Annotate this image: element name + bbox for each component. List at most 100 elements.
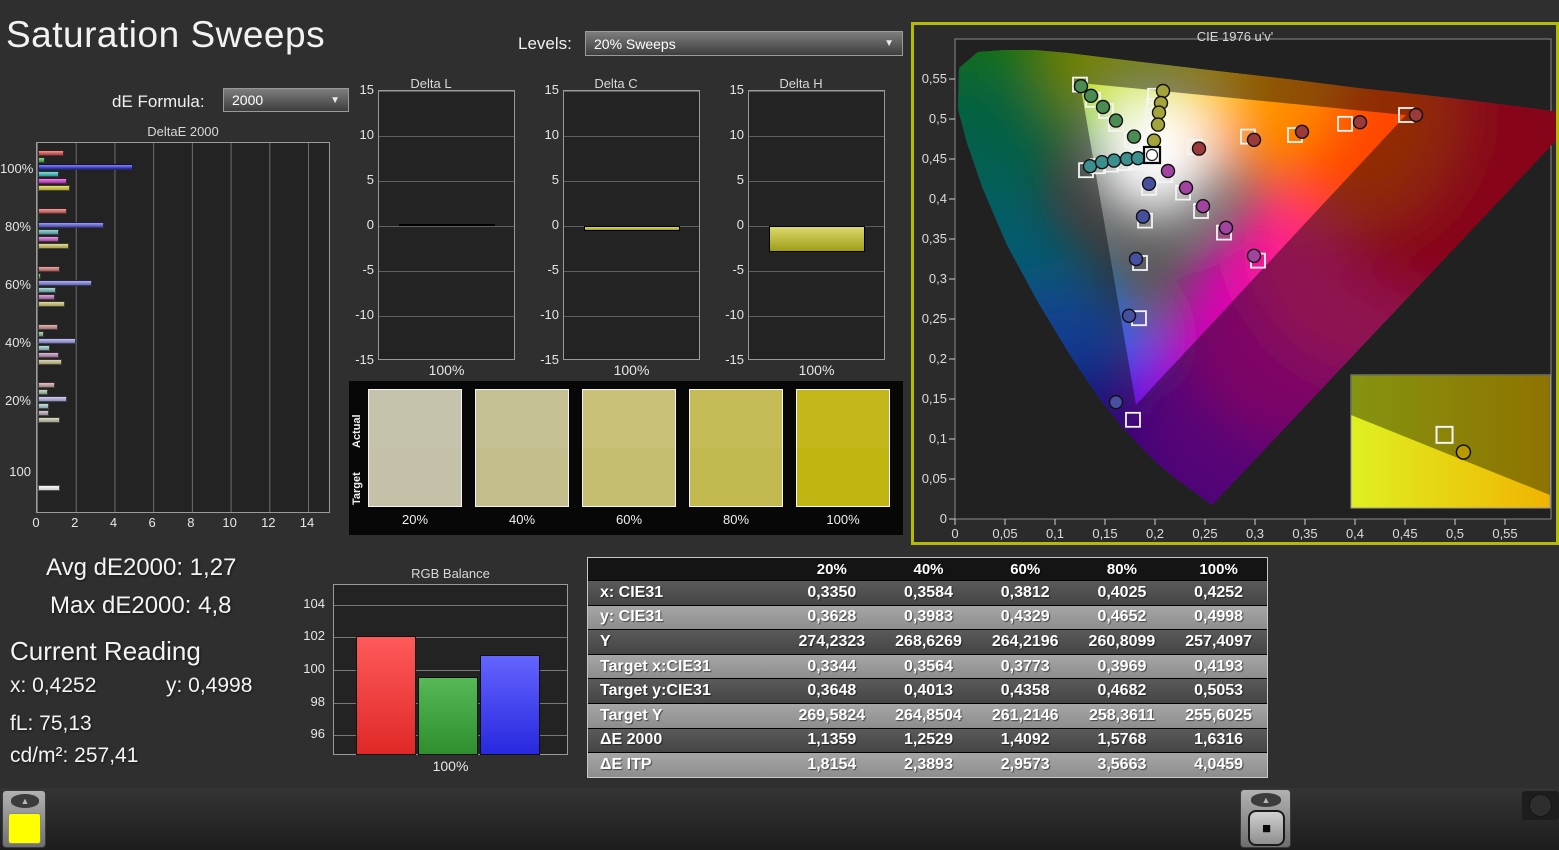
cie-measured-point-magenta bbox=[1218, 220, 1234, 236]
deltae-x-tick: 10 bbox=[222, 515, 237, 530]
cie-x-tick-label: 0,05 bbox=[992, 526, 1017, 541]
swatch-row-label-target: Target bbox=[351, 472, 363, 506]
delta-h-chart: Delta H 15 10 5 0 -5 -10 -15 100% bbox=[715, 76, 887, 378]
cie-measured-point-blue bbox=[1141, 176, 1157, 192]
delta_h-y-tick: -5 bbox=[732, 262, 744, 277]
deltae-bar-green bbox=[38, 331, 44, 337]
table-cell: 4,0459 bbox=[1194, 755, 1244, 773]
rgb-bar-blue bbox=[480, 655, 540, 755]
current-reading-y: y: 0,4998 bbox=[166, 674, 253, 697]
sample-swatch bbox=[796, 389, 890, 507]
deltae-bar-cyan bbox=[38, 403, 49, 409]
table-cell: 0,3812 bbox=[1000, 583, 1050, 601]
cie-measured-point-green bbox=[1095, 99, 1111, 115]
table-row: ΔE 2000 1,1359 1,2529 1,4092 1,5768 1,6316 bbox=[588, 727, 1267, 753]
table-row-label: ΔE ITP bbox=[600, 755, 652, 773]
collapse-up-icon[interactable]: ▲ bbox=[1251, 793, 1281, 807]
cie-measured-point-cyan bbox=[1130, 150, 1146, 166]
deltae-bar-yellow bbox=[38, 359, 63, 365]
cie-measured-point-green bbox=[1126, 129, 1142, 144]
levels-value: 20% Sweeps bbox=[594, 35, 676, 52]
sample-swatch bbox=[689, 389, 783, 507]
deltae-bar-red bbox=[38, 266, 61, 272]
swatch-actual bbox=[476, 390, 568, 448]
table-row: y: CIE31 0,3628 0,3983 0,4329 0,4652 0,4998 bbox=[588, 604, 1267, 630]
current-reading-cdm2: cd/m²: 257,41 bbox=[10, 744, 139, 767]
table-cell: 0,3969 bbox=[1097, 657, 1147, 675]
de-formula-dropdown[interactable]: 2000 ▼ bbox=[223, 88, 349, 112]
delta_h-y-tick: 0 bbox=[736, 217, 744, 232]
cie-measured-point-green bbox=[1073, 79, 1089, 94]
delta_h-y-tick: 5 bbox=[736, 172, 744, 187]
deltae-bar-magenta bbox=[38, 236, 59, 242]
table-cell: 269,5824 bbox=[798, 706, 866, 724]
cie-x-tick-label: 0,55 bbox=[1492, 526, 1517, 541]
cie-y-tick-label: 0 bbox=[940, 511, 947, 526]
table-cell: 0,4358 bbox=[1000, 682, 1050, 700]
de-formula-value: 2000 bbox=[232, 92, 264, 108]
rgb-gridline bbox=[334, 604, 567, 606]
swatch-target bbox=[690, 448, 782, 506]
current-color-swatch bbox=[8, 813, 41, 844]
table-cell: 1,5768 bbox=[1097, 731, 1147, 749]
deltae-bar-blue bbox=[38, 164, 133, 170]
deltae-bar-red bbox=[38, 150, 64, 156]
delta_c-bar bbox=[584, 226, 680, 232]
table-header-col: 20% bbox=[816, 560, 847, 578]
delta_h-x-label: 100% bbox=[798, 362, 835, 378]
cie-x-tick-label: 0,5 bbox=[1446, 526, 1464, 541]
delta_c-y-tick: -10 bbox=[540, 307, 559, 322]
cie-y-tick-label: 0,15 bbox=[922, 391, 947, 406]
levels-dropdown[interactable]: 20% Sweeps ▼ bbox=[585, 31, 903, 56]
swatch-target bbox=[476, 448, 568, 506]
collapse-up-icon[interactable]: ▲ bbox=[11, 794, 39, 808]
table-cell: 0,3584 bbox=[904, 583, 953, 601]
deltae-bar-green bbox=[38, 215, 40, 221]
table-cell: 0,3344 bbox=[807, 657, 857, 675]
levels-label: Levels: bbox=[518, 34, 572, 53]
sample-swatch bbox=[368, 389, 462, 507]
current-reading-x: x: 0,4252 bbox=[10, 674, 97, 697]
page-title: Saturation Sweeps bbox=[6, 14, 326, 55]
current-reading-title: Current Reading bbox=[10, 636, 201, 666]
delta_l-y-tick: 5 bbox=[366, 172, 374, 187]
deltae-bar-yellow bbox=[38, 417, 61, 423]
delta_h-bar bbox=[769, 226, 865, 253]
delta_c-y-tick: -15 bbox=[540, 352, 559, 367]
cie-y-tick-label: 0,2 bbox=[929, 351, 947, 366]
table-cell: 1,4092 bbox=[1000, 731, 1050, 749]
cie-y-tick-label: 0,3 bbox=[929, 271, 947, 286]
de-formula-label: dE Formula: bbox=[112, 92, 205, 111]
deltae-bar-red bbox=[38, 208, 67, 214]
cie-measured-point-green bbox=[1108, 113, 1124, 128]
pattern-window-button[interactable]: ■ bbox=[1248, 810, 1285, 846]
current-reading-fl: fL: 75,13 bbox=[10, 712, 92, 735]
deltae-bar-blue bbox=[38, 396, 68, 402]
table-cell: 0,4252 bbox=[1194, 583, 1244, 601]
table-cell: 0,3648 bbox=[807, 682, 857, 700]
cie-x-tick-label: 0,45 bbox=[1392, 526, 1417, 541]
table-cell: 1,8154 bbox=[807, 755, 857, 773]
table-cell: 0,3983 bbox=[904, 608, 953, 626]
deltae-x-tick: 12 bbox=[261, 515, 276, 530]
deltae-x-tick: 14 bbox=[299, 515, 315, 530]
table-row-label: Y bbox=[600, 632, 611, 650]
cie-x-tick-label: 0,1 bbox=[1046, 526, 1064, 541]
deltae-group-label: 60% bbox=[4, 277, 31, 292]
swatch-label: 60% bbox=[615, 512, 643, 527]
table-cell: 264,2196 bbox=[991, 632, 1059, 650]
inactive-slot bbox=[1522, 791, 1559, 820]
table-row-label: Target y:CIE31 bbox=[600, 682, 711, 700]
cie-y-tick-label: 0,4 bbox=[929, 191, 947, 206]
rgb-y-tick-label: 96 bbox=[310, 726, 325, 742]
deltae-bar-green bbox=[38, 273, 41, 279]
table-cell: 260,8099 bbox=[1088, 632, 1156, 650]
inactive-circle-icon bbox=[1529, 794, 1552, 817]
cie-measured-point-cyan bbox=[1106, 153, 1122, 168]
table-cell: 0,4025 bbox=[1097, 583, 1147, 601]
delta_l-y-tick: -10 bbox=[355, 307, 374, 322]
deltae2000-x-axis: 0 2 4 6 8 10 12 14 bbox=[32, 515, 346, 533]
delta_l-bar bbox=[399, 224, 495, 226]
swatch-target bbox=[797, 448, 889, 506]
swatch-label: 80% bbox=[722, 512, 750, 527]
